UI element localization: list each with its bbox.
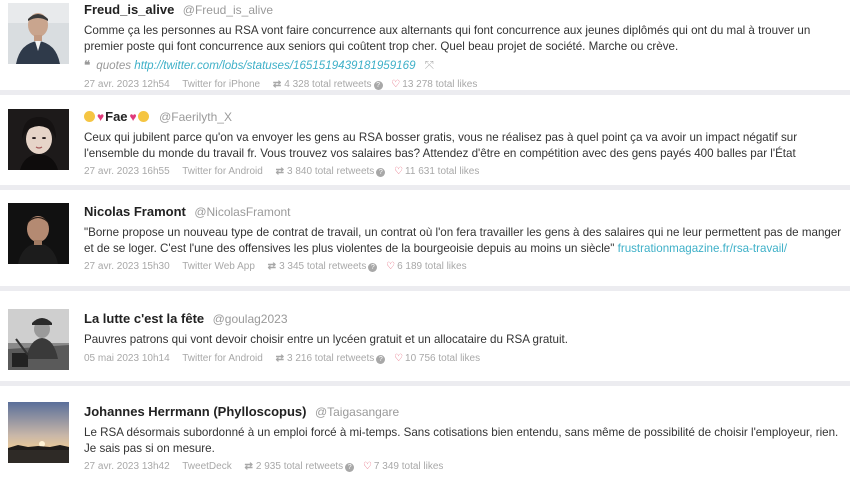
avatar[interactable] [8,3,69,64]
tweet-item[interactable]: La lutte c'est la fête @goulag2023 Pauvr… [0,291,850,386]
like-count: 7 349 total likes [373,461,444,472]
author-name[interactable]: Nicolas Framont [84,204,186,219]
help-icon[interactable]: ? [373,81,383,90]
tweet-date[interactable]: 27 avr. 2023 15h30 [84,261,170,272]
tweet-meta: 27 avr. 2023 12h54 Twitter for iPhone ⇄ 4… [84,78,842,92]
tweet-text: Pauvres patrons qui vont devoir choisir … [84,333,568,346]
tweet-client: TweetDeck [182,461,232,472]
author-handle[interactable]: @NicolasFramont [194,205,290,219]
like-count: 6 189 total likes [397,261,467,272]
help-icon[interactable]: ? [345,463,355,472]
retweet-count: 3 345 total retweets [279,261,367,272]
retweet-count: 3 840 total retweets [287,166,375,177]
retweet-count: 3 216 total retweets [287,352,375,364]
tweet-text: Ceux qui jubilent parce qu'on va envoyer… [84,131,798,160]
tweet-meta: 05 mai 2023 10h14 Twitter for Android ⇄ 3… [84,352,842,366]
tweet-item[interactable]: Nicolas Framont @NicolasFramont "Borne p… [0,190,850,291]
tweet-feed: Freud_is_alive @Freud_is_alive Comme ça … [0,0,850,476]
tweet-item[interactable]: Freud_is_alive @Freud_is_alive Comme ça … [0,0,850,95]
tweet-client: Twitter for iPhone [182,79,261,90]
author-name[interactable]: Freud_is_alive [84,2,174,17]
like-count: 13 278 total likes [402,79,478,90]
retweet-icon: ⇄ [272,79,282,90]
heart-icon: ♡ [394,352,404,364]
author-handle[interactable]: @Faerilyth_X [159,110,232,124]
avatar[interactable] [8,203,69,264]
author-name[interactable]: La lutte c'est la fête [84,311,204,326]
help-icon[interactable]: ? [376,168,386,177]
author-handle[interactable]: @Taigasangare [315,405,399,419]
expand-icon[interactable]: ⤧ [425,59,434,72]
retweet-count: 2 935 total retweets [255,461,344,472]
tweet-date[interactable]: 27 avr. 2023 16h55 [84,166,170,177]
avatar[interactable] [8,309,69,370]
retweet-count: 4 328 total retweets [284,79,372,90]
tweet-meta: 27 avr. 2023 16h55 Twitter for Android ⇄… [84,165,842,179]
tweet-meta: 27 avr. 2023 13h42 TweetDeck ⇄ 2 935 tota… [84,460,842,474]
avatar[interactable] [8,402,69,463]
retweet-icon: ⇄ [275,166,285,177]
tweet-text: "Borne propose un nouveau type de contra… [84,225,842,256]
help-icon[interactable]: ? [368,263,378,272]
retweet-icon: ⇄ [244,461,253,472]
quote-label: quotes [96,59,132,72]
tweet-date[interactable]: 27 avr. 2023 13h42 [84,461,170,472]
avatar[interactable] [8,109,69,170]
quoted-tweet: ❝ quotes http://twitter.com/lobs/statuses… [84,58,842,74]
heart-icon: ♡ [386,261,396,272]
tweet-link[interactable]: frustrationmagazine.fr/rsa-travail/ [618,242,787,255]
quote-link[interactable]: http://twitter.com/lobs/statuses/1651519… [134,59,415,72]
tweet-meta: 27 avr. 2023 15h30 Twitter Web App ⇄ 3 34… [84,260,842,274]
help-icon[interactable]: ? [376,354,386,364]
tweet-text: Le RSA désormais subordonné à un emploi … [84,426,839,455]
author-handle[interactable]: @Freud_is_alive [183,3,273,17]
tweet-date[interactable]: 05 mai 2023 10h14 [84,353,170,364]
tweet-date[interactable]: 27 avr. 2023 12h54 [84,79,170,90]
heart-emoji-icon: ♥ [97,110,105,124]
emoji-face-icon [84,111,95,122]
author-name[interactable]: Fae [105,109,127,124]
like-count: 11 631 total likes [405,166,480,177]
tweet-client: Twitter Web App [182,261,255,272]
quote-icon: ❝ [84,59,91,72]
author-handle[interactable]: @goulag2023 [213,312,288,326]
heart-emoji-icon: ♥ [129,110,137,124]
emoji-face-icon [137,111,149,122]
heart-icon: ♡ [391,79,401,90]
author-name[interactable]: Johannes Herrmann (Phylloscopus) [84,404,307,419]
retweet-icon: ⇄ [275,352,284,364]
heart-icon: ♡ [362,461,372,472]
tweet-item[interactable]: Johannes Herrmann (Phylloscopus) @Taigas… [0,386,850,476]
tweet-text: Comme ça les personnes au RSA vont faire… [84,24,811,53]
like-count: 10 756 total likes [405,352,481,364]
heart-icon: ♡ [394,166,404,177]
tweet-client: Twitter for Android [182,352,263,364]
tweet-item[interactable]: ♥Fae ♥ @Faerilyth_X Ceux qui jubilent par… [0,95,850,190]
tweet-client: Twitter for Android [182,166,263,177]
retweet-icon: ⇄ [267,261,277,272]
